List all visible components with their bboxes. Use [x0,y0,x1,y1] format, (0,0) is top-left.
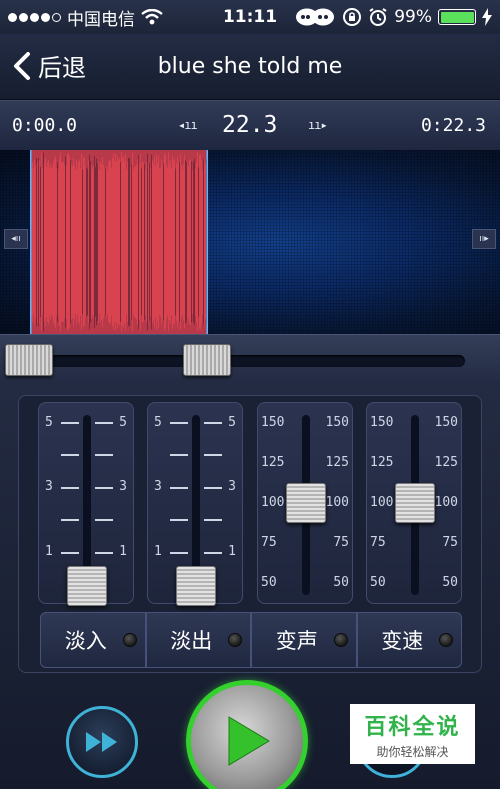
fast-forward-button[interactable] [66,706,138,778]
tempo-fader[interactable]: 150 150 125 125 100 100 75 75 50 50 [366,402,462,604]
fader-knob[interactable] [395,483,435,523]
fader-label: 3 [45,479,53,494]
fade-in-label: 淡入 [64,629,107,653]
scroll-right-button[interactable]: ıı▸ [472,229,496,249]
battery-icon [438,9,476,25]
fader-label: 100 [370,495,394,510]
messenger-icon [296,8,335,26]
indicator-led-icon [228,633,242,647]
fader-label: 3 [228,479,236,494]
indicator-led-icon [439,633,453,647]
waveform-selection[interactable] [30,150,208,334]
fader-label: 125 [370,455,394,470]
time-bar: 0:00.0 ◂ıı 22.3 ıı▸ 0:22.3 [0,100,500,150]
fader-label: 150 [261,415,285,430]
wifi-icon [141,9,163,25]
tempo-label: 变速 [381,629,424,653]
fade-in-button[interactable]: 淡入 [40,612,146,668]
start-time: 0:00.0 [12,115,78,136]
rotation-lock-icon [343,8,362,26]
fader-label: 50 [333,575,349,590]
nudge-left-button[interactable]: ◂ıı [178,118,198,132]
fader-label: 3 [154,479,162,494]
fader-label: 50 [261,575,277,590]
pitch-label: 变声 [275,629,318,653]
fader-label: 1 [45,544,53,559]
fader-label: 1 [154,544,162,559]
effect-buttons: 淡入 淡出 变声 变速 [40,612,462,668]
fader-label: 50 [442,575,458,590]
page-title: blue she told me [157,54,343,79]
nudge-right-button[interactable]: ıı▸ [308,118,328,132]
watermark-subtitle: 助你轻松解决 [376,744,449,759]
fader-knob[interactable] [67,566,107,606]
charging-icon [482,8,492,26]
fader-knob[interactable] [176,566,216,606]
fader-label: 75 [261,535,277,550]
signal-icon [8,12,61,22]
indicator-led-icon [333,633,348,647]
fade-out-label: 淡出 [170,629,213,653]
play-icon [228,716,270,766]
fader-label: 50 [370,575,386,590]
scroll-left-button[interactable]: ◂ıı [4,229,28,249]
fade-in-fader[interactable]: 5 5 3 3 1 1 [38,402,134,606]
fader-label: 150 [434,415,458,430]
selection-duration: 22.3 [222,112,278,138]
fader-label: 150 [370,415,394,430]
fader-label: 75 [333,535,349,550]
fader-label: 100 [325,495,349,510]
fader-label: 125 [325,455,349,470]
pitch-button[interactable]: 变声 [251,612,357,668]
fast-forward-icon [86,732,117,752]
fader-label: 125 [261,455,285,470]
start-handle[interactable] [5,344,53,376]
fader-label: 1 [228,544,236,559]
status-bar: 中国电信 11:11 99% [0,0,500,34]
fader-label: 5 [154,415,162,430]
carrier-label: 中国电信 [67,9,135,30]
fader-label: 5 [228,415,236,430]
fader-label: 5 [119,415,127,430]
fader-label: 3 [119,479,127,494]
tempo-button[interactable]: 变速 [356,612,462,668]
waveform-view[interactable] [0,150,500,334]
alarm-icon [369,8,387,26]
fader-label: 1 [119,544,127,559]
battery-percent: 99% [394,7,432,27]
watermark: 百科全说 助你轻松解决 [350,704,475,764]
fader-label: 100 [434,495,458,510]
fader-label: 75 [442,535,458,550]
watermark-title: 百科全说 [364,714,461,740]
pitch-fader[interactable]: 150 150 125 125 100 100 75 75 50 50 [257,402,353,604]
range-slider[interactable] [0,334,500,386]
slider-track [30,355,465,367]
end-handle[interactable] [183,344,231,376]
fade-out-fader[interactable]: 5 5 3 3 1 1 [147,402,243,606]
fade-out-button[interactable]: 淡出 [145,612,251,668]
nav-bar: 后退 blue she told me [0,34,500,100]
fader-label: 5 [45,415,53,430]
fader-label: 125 [434,455,458,470]
fader-label: 150 [325,415,349,430]
fader-label: 75 [370,535,386,550]
indicator-led-icon [122,633,137,647]
fader-knob[interactable] [286,483,326,523]
end-time: 0:22.3 [420,115,486,136]
fader-label: 100 [261,495,285,510]
